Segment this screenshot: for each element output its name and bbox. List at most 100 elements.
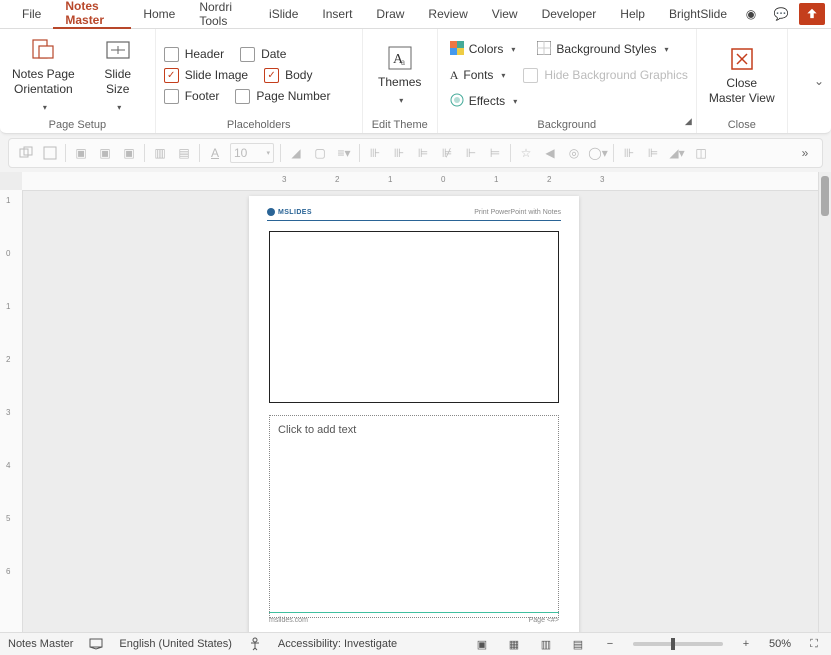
qat-overflow[interactable]: » (796, 144, 814, 162)
notes-page-orientation-button[interactable]: Notes Page Orientation (8, 34, 79, 115)
slide-sorter-icon[interactable]: ▦ (505, 637, 523, 651)
qat-btn[interactable]: ▥ (151, 144, 169, 162)
statusbar: Notes Master English (United States) Acc… (0, 632, 831, 655)
ruler-vertical: 1 0 1 2 3 4 5 6 (0, 190, 23, 644)
tab-brightslide[interactable]: BrightSlide (657, 0, 739, 28)
qat-btn[interactable]: ⊪ (390, 144, 408, 162)
colors-dropdown[interactable]: Colors (446, 38, 520, 61)
qat-btn[interactable]: ◯▾ (589, 144, 607, 162)
group-placeholders: Header Date ✓Slide Image ✓Body Footer Pa… (156, 29, 363, 133)
reading-view-icon[interactable]: ▥ (537, 637, 555, 651)
colors-icon (450, 41, 464, 58)
zoom-level[interactable]: 50% (769, 638, 791, 650)
checkbox-body[interactable]: ✓Body (264, 68, 312, 83)
qat-btn[interactable]: ⊨ (486, 144, 504, 162)
fit-to-window-icon[interactable]: ⛶ (805, 637, 823, 651)
tab-help[interactable]: Help (608, 0, 657, 28)
group-label: Page Setup (8, 117, 147, 133)
tab-nordri[interactable]: Nordri Tools (187, 0, 257, 28)
qat-btn[interactable]: ▣ (120, 144, 138, 162)
dialog-launcher-icon[interactable]: ◢ (685, 116, 692, 127)
bg-styles-dropdown[interactable]: Background Styles (533, 38, 672, 61)
comment-icon[interactable]: 💬 (769, 4, 793, 24)
themes-icon: Aa (386, 44, 414, 72)
zoom-slider[interactable] (633, 642, 723, 646)
qat-btn[interactable]: ⊫ (644, 144, 662, 162)
scrollbar-thumb[interactable] (821, 176, 829, 216)
tab-islide[interactable]: iSlide (257, 0, 310, 28)
status-accessibility[interactable]: Accessibility: Investigate (278, 638, 397, 650)
zoom-in-button[interactable]: + (737, 637, 755, 651)
checkbox-page-number[interactable]: Page Number (235, 89, 330, 104)
tab-file[interactable]: File (10, 0, 53, 28)
checkbox-date[interactable]: Date (240, 47, 286, 62)
notes-page[interactable]: MSLIDES Print PowerPoint with Notes Clic… (249, 196, 579, 638)
qat-btn[interactable] (41, 144, 59, 162)
orientation-label: Notes Page Orientation (12, 67, 75, 96)
normal-view-icon[interactable]: ▣ (473, 637, 491, 651)
quick-access-toolbar: ▣ ▣ ▣ ▥ ▤ A 10▾ ◢ ▢ ≡▾ ⊪ ⊪ ⊫ ⊯ ⊩ ⊨ ☆ ◀ ◎… (8, 138, 823, 168)
record-icon[interactable]: ◉ (739, 4, 763, 24)
notes-placeholder[interactable]: Click to add text (269, 415, 559, 618)
qat-btn[interactable]: ⊪ (366, 144, 384, 162)
fonts-dropdown[interactable]: A Fonts (446, 65, 510, 86)
tab-home[interactable]: Home (131, 0, 187, 28)
qat-btn[interactable]: ▣ (96, 144, 114, 162)
qat-btn[interactable]: ◀ (541, 144, 559, 162)
qat-font-color[interactable]: A (206, 144, 224, 162)
qat-btn[interactable]: ◎ (565, 144, 583, 162)
slide-size-button[interactable]: Slide Size (89, 34, 147, 115)
close-label: Close Master View (709, 76, 775, 105)
zoom-knob[interactable] (671, 638, 675, 650)
tab-developer[interactable]: Developer (530, 0, 609, 28)
footer-divider (269, 612, 559, 613)
status-view-label[interactable]: Notes Master (8, 638, 73, 650)
chevron-down-icon (114, 99, 121, 113)
close-master-view-button[interactable]: Close Master View (705, 43, 779, 107)
checkbox-footer[interactable]: Footer (164, 89, 220, 104)
effects-icon (450, 93, 464, 110)
accessibility-icon[interactable] (246, 637, 264, 651)
page-footer-left: mslides.com (269, 617, 308, 624)
workspace: 3 2 1 0 1 2 3 1 0 1 2 3 4 5 6 MSLIDES Pr… (0, 172, 831, 644)
checkbox-header[interactable]: Header (164, 47, 224, 62)
group-label: Edit Theme (371, 117, 429, 133)
slideshow-icon[interactable]: ▤ (569, 637, 587, 651)
collapse-ribbon-button[interactable]: ⌄ (807, 29, 831, 133)
vertical-scrollbar[interactable] (818, 172, 831, 644)
slide-placeholder[interactable] (269, 231, 559, 403)
zoom-out-button[interactable]: − (601, 637, 619, 651)
qat-btn[interactable]: ◢ (287, 144, 305, 162)
header-divider (267, 220, 561, 221)
qat-btn[interactable]: ⊫ (414, 144, 432, 162)
tab-notes-master[interactable]: Notes Master (53, 0, 131, 29)
tab-review[interactable]: Review (416, 0, 479, 28)
qat-btn[interactable]: ⊯ (438, 144, 456, 162)
language-icon[interactable] (87, 637, 105, 651)
qat-btn[interactable]: ▢ (311, 144, 329, 162)
share-button[interactable] (799, 3, 825, 25)
chevron-down-icon: ⌄ (814, 74, 824, 88)
group-close: Close Master View Close (697, 29, 788, 133)
tab-draw[interactable]: Draw (364, 0, 416, 28)
qat-btn[interactable]: ▣ (72, 144, 90, 162)
qat-font-size[interactable]: 10▾ (230, 143, 274, 163)
qat-btn[interactable]: ▤ (175, 144, 193, 162)
tab-insert[interactable]: Insert (310, 0, 364, 28)
slide-size-label: Slide Size (104, 67, 131, 96)
qat-btn[interactable]: ◫ (692, 144, 710, 162)
tab-view[interactable]: View (480, 0, 530, 28)
qat-btn[interactable]: ⊩ (462, 144, 480, 162)
slide-size-icon (104, 36, 132, 64)
qat-btn[interactable]: ⊪ (620, 144, 638, 162)
themes-button[interactable]: Aa Themes (371, 42, 429, 109)
checkbox-slide-image[interactable]: ✓Slide Image (164, 68, 248, 83)
qat-btn[interactable] (17, 144, 35, 162)
group-label: Close (705, 117, 779, 133)
qat-btn[interactable]: ☆ (517, 144, 535, 162)
group-background: Colors Background Styles A Fonts Hide Ba… (438, 29, 697, 133)
qat-btn[interactable]: ◢▾ (668, 144, 686, 162)
qat-btn[interactable]: ≡▾ (335, 144, 353, 162)
status-language[interactable]: English (United States) (119, 638, 232, 650)
effects-dropdown[interactable]: Effects (446, 90, 688, 113)
